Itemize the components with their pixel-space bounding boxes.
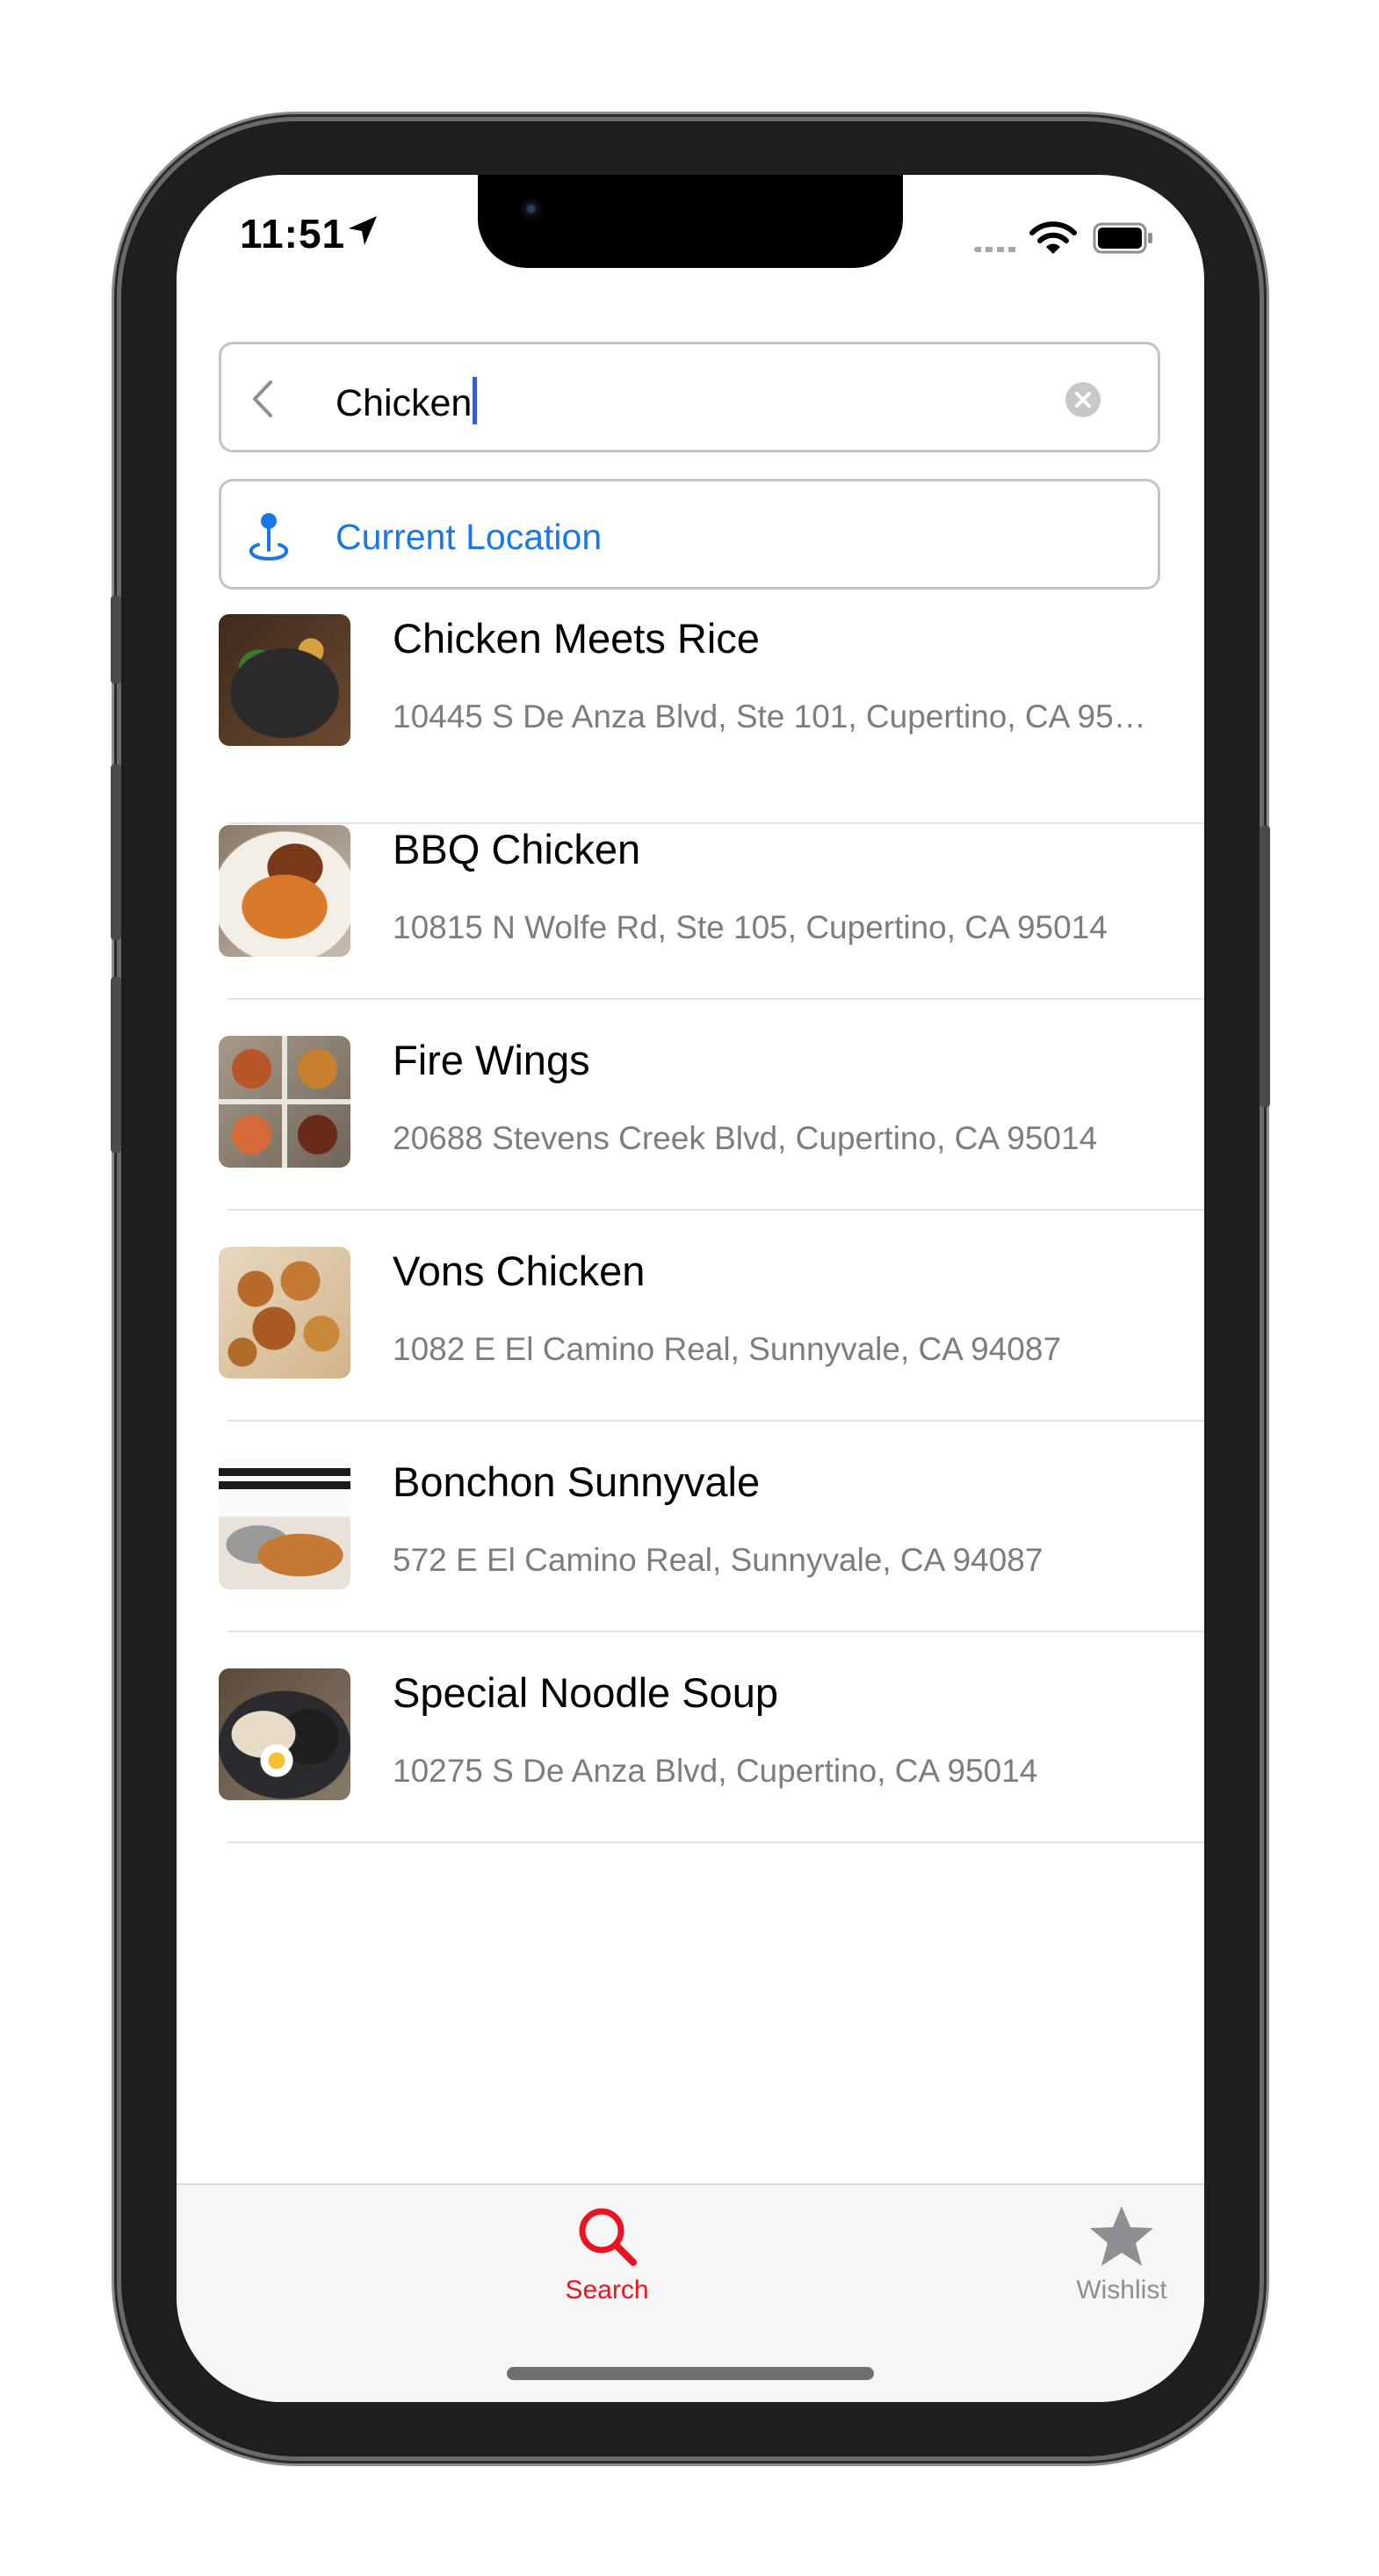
tab-search-label: Search (565, 2276, 649, 2305)
restaurant-photo (219, 614, 350, 746)
restaurant-name: Chicken Meets Rice (393, 615, 760, 662)
restaurant-name: Fire Wings (393, 1037, 590, 1083)
location-pin-icon (249, 513, 289, 561)
current-location-button[interactable]: Current Location (219, 479, 1160, 590)
home-indicator (507, 2367, 874, 2380)
restaurant-name: BBQ Chicken (393, 826, 641, 872)
restaurant-address: 572 E El Camino Real, Sunnyvale, CA 9408… (393, 1542, 1043, 1578)
notch (478, 175, 903, 268)
search-icon (579, 2208, 637, 2266)
list-item[interactable]: BBQ Chicken 10815 N Wolfe Rd, Ste 105, C… (177, 825, 1204, 1036)
current-location-label: Current Location (336, 517, 603, 557)
text-caret (473, 377, 478, 424)
restaurant-name: Bonchon Sunnyvale (393, 1458, 761, 1505)
restaurant-address: 10815 N Wolfe Rd, Ste 105, Cupertino, CA… (393, 909, 1108, 945)
mute-switch (111, 596, 121, 684)
wifi-icon (1029, 221, 1077, 254)
tab-wishlist-label: Wishlist (1076, 2276, 1167, 2305)
row-divider (227, 1631, 1204, 1632)
front-camera (521, 199, 544, 221)
star-icon (1090, 2206, 1153, 2266)
list-item[interactable]: Special Noodle Soup 10275 S De Anza Blvd… (177, 1668, 1204, 1879)
restaurant-address: 10445 S De Anza Blvd, Ste 101, Cupertino… (393, 698, 1157, 734)
back-chevron-icon[interactable] (249, 380, 276, 418)
list-item[interactable]: Bonchon Sunnyvale 572 E El Camino Real, … (177, 1458, 1204, 1668)
row-divider (227, 822, 1204, 824)
row-divider (227, 1842, 1204, 1843)
list-item[interactable]: Chicken Meets Rice 10445 S De Anza Blvd,… (177, 614, 1204, 825)
restaurant-photo (219, 825, 350, 957)
status-time: 11:51 (240, 211, 346, 257)
restaurant-photo (219, 1247, 350, 1378)
search-query: Chicken (336, 382, 473, 424)
search-input[interactable]: Chicken (336, 377, 478, 425)
cellular-signal-icon (974, 247, 1018, 252)
clear-search-icon[interactable] (1065, 381, 1101, 418)
volume-up-button (111, 764, 121, 940)
list-item[interactable]: Fire Wings 20688 Stevens Creek Blvd, Cup… (177, 1036, 1204, 1247)
tab-search[interactable]: Search (510, 2203, 704, 2305)
restaurant-address: 20688 Stevens Creek Blvd, Cupertino, CA … (393, 1120, 1098, 1156)
restaurant-address: 10275 S De Anza Blvd, Cupertino, CA 9501… (393, 1753, 1038, 1789)
row-divider (227, 998, 1204, 1000)
app-screen: 11:51 Chicken Current Location Chicken M… (177, 175, 1204, 2402)
location-arrow-icon (349, 216, 377, 245)
volume-down-button (111, 977, 121, 1153)
row-divider (227, 1420, 1204, 1422)
list-item[interactable]: Vons Chicken 1082 E El Camino Real, Sunn… (177, 1247, 1204, 1458)
restaurant-photo (219, 1668, 350, 1800)
restaurant-name: Special Noodle Soup (393, 1669, 778, 1716)
results-list: Chicken Meets Rice 10445 S De Anza Blvd,… (177, 614, 1204, 1879)
restaurant-photo (219, 1458, 350, 1589)
restaurant-photo (219, 1036, 350, 1168)
row-divider (227, 1209, 1204, 1211)
restaurant-address: 1082 E El Camino Real, Sunnyvale, CA 940… (393, 1331, 1062, 1367)
power-button (1260, 826, 1270, 1107)
tab-wishlist[interactable]: Wishlist (1025, 2203, 1204, 2305)
battery-icon (1093, 222, 1152, 254)
restaurant-name: Vons Chicken (393, 1248, 646, 1294)
search-field[interactable]: Chicken (219, 342, 1160, 452)
